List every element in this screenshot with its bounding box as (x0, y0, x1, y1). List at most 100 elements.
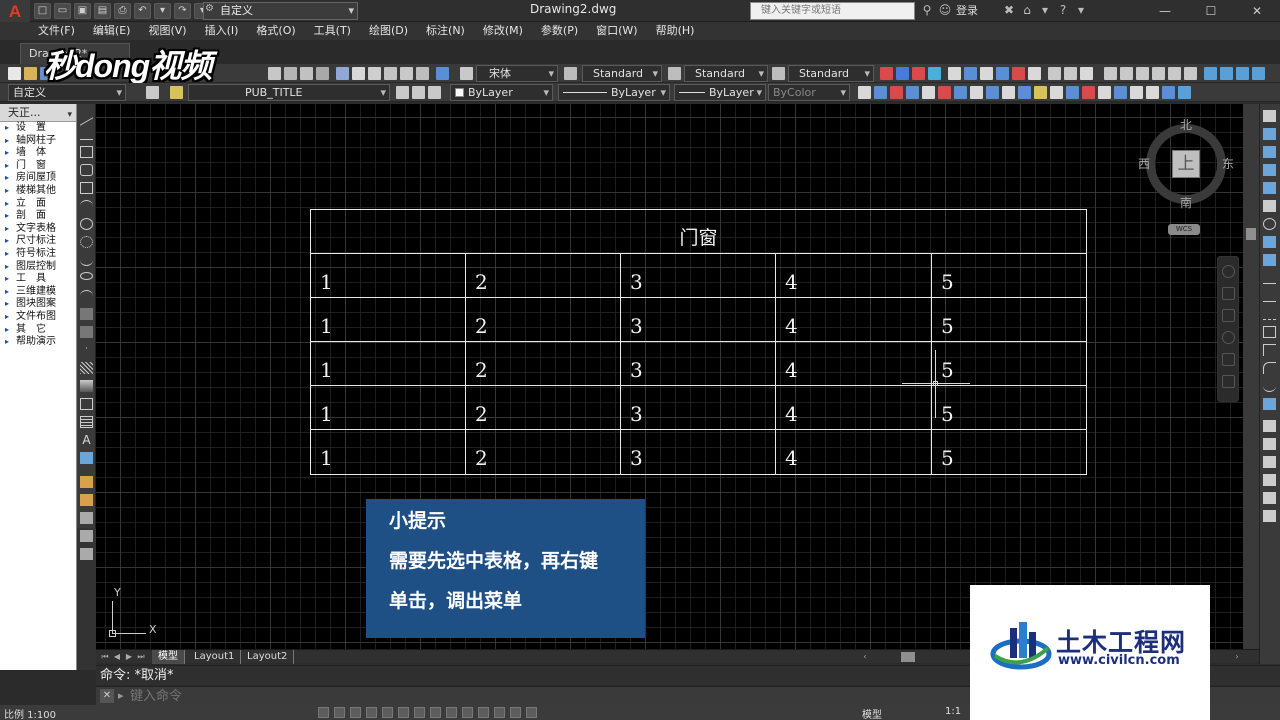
tz-tool-l-icon[interactable] (1034, 86, 1047, 99)
design-center-icon[interactable] (352, 67, 365, 80)
stretch-icon[interactable] (1263, 254, 1276, 266)
lwt-toggle-icon[interactable] (446, 707, 457, 718)
viewcube[interactable]: 上 北 南 西 东 (1138, 116, 1234, 210)
table-cell[interactable]: 1 (311, 254, 466, 298)
move-object-icon[interactable] (1263, 200, 1276, 212)
arc-icon[interactable] (80, 200, 93, 212)
tz-block-icon[interactable] (1064, 67, 1077, 80)
table-cell[interactable]: 5 (932, 254, 1086, 298)
first-layout-icon[interactable]: ⏮ (100, 651, 110, 662)
tz-menu-stairs[interactable]: 楼梯其他 (0, 185, 76, 198)
hatch-icon[interactable] (80, 362, 93, 374)
table-cell[interactable]: 2 (466, 386, 621, 430)
tz-tool-icon[interactable] (1028, 67, 1041, 80)
offset-icon[interactable] (80, 530, 93, 542)
font-select[interactable]: 宋体 (476, 65, 558, 82)
snap-endpoint-icon[interactable] (1104, 67, 1117, 80)
search-input[interactable]: 键入关键字或短语 (750, 2, 915, 20)
table-row[interactable]: 1 2 3 4 5 (311, 342, 1086, 386)
app-menu-button[interactable]: A (0, 0, 30, 24)
hatch-back-icon[interactable] (1263, 510, 1276, 522)
tz-text-icon[interactable] (964, 67, 977, 80)
offset-icon[interactable] (1252, 67, 1265, 80)
table-cell[interactable]: 1 (311, 342, 466, 386)
sel-cycle-icon[interactable] (526, 707, 537, 718)
mirror-icon[interactable] (80, 512, 93, 524)
markup-icon[interactable] (400, 67, 413, 80)
tz-symbol-icon[interactable] (996, 67, 1009, 80)
table-cell[interactable]: 3 (621, 386, 776, 430)
workspace-select-secondary[interactable]: 自定义 (8, 84, 126, 101)
extend-icon[interactable] (1263, 290, 1276, 302)
tz-tool-f-icon[interactable] (938, 86, 951, 99)
qp-toggle-icon[interactable] (478, 707, 489, 718)
tz-menu-3d[interactable]: 三维建模 (0, 286, 76, 299)
menu-file[interactable]: 文件(F) (38, 22, 75, 40)
open-icon[interactable]: ▭ (54, 3, 71, 19)
ellipse-arc-icon[interactable] (80, 290, 93, 302)
table-cell[interactable]: 4 (776, 342, 932, 386)
table-cell[interactable]: 1 (311, 298, 466, 342)
move-icon[interactable] (80, 476, 93, 488)
table-cell[interactable]: 1 (311, 386, 466, 430)
layer-manager-icon[interactable] (170, 86, 183, 99)
menu-view[interactable]: 视图(V) (148, 22, 186, 40)
menu-parametric[interactable]: 参数(P) (541, 22, 578, 40)
dim-style-select[interactable]: Standard (684, 65, 768, 82)
zoom-icon[interactable] (1222, 309, 1235, 322)
tz-tool-r-icon[interactable] (1130, 86, 1143, 99)
tz-tool-p-icon[interactable] (1098, 86, 1111, 99)
tz-tool-k-icon[interactable] (1018, 86, 1031, 99)
tab-model[interactable]: 模型 (152, 650, 185, 664)
menu-dimension[interactable]: 标注(N) (426, 22, 465, 40)
move-icon[interactable] (1204, 67, 1217, 80)
login-link[interactable]: 登录 (956, 2, 978, 18)
next-layout-icon[interactable]: ▶ (124, 651, 134, 662)
point-icon[interactable]: · (80, 344, 93, 356)
menu-draw[interactable]: 绘图(D) (369, 22, 408, 40)
menu-insert[interactable]: 插入(I) (205, 22, 239, 40)
door-window-table[interactable]: 门窗 1 2 3 4 5 1 2 3 4 5 1 2 3 4 5 1 2 3 4… (310, 209, 1087, 475)
compass-south[interactable]: 南 (1180, 194, 1192, 211)
tz-menu-other[interactable]: 其 它 (0, 324, 76, 337)
text-style-manager-icon[interactable] (564, 67, 577, 80)
save-icon[interactable]: ▣ (74, 3, 91, 19)
mtext-icon[interactable]: A (80, 434, 93, 446)
menu-window[interactable]: 窗口(W) (596, 22, 637, 40)
circle-icon[interactable] (80, 218, 93, 230)
steering-wheel-icon[interactable] (1222, 265, 1235, 278)
join-icon[interactable] (1263, 326, 1276, 338)
minimize-icon[interactable]: — (1142, 0, 1188, 22)
make-current-icon[interactable] (428, 86, 441, 99)
table-row[interactable]: 1 2 3 4 5 (311, 298, 1086, 342)
layer-state-icon[interactable] (396, 86, 409, 99)
pan-icon[interactable] (1222, 287, 1235, 300)
draworder-back-icon[interactable] (1263, 438, 1276, 450)
hscroll-right-icon[interactable]: › (1232, 651, 1242, 662)
tz-menu-doorwindow[interactable]: 门 窗 (0, 160, 76, 173)
tz-menu-layer[interactable]: 图层控制 (0, 261, 76, 274)
dim-style-icon[interactable] (668, 67, 681, 80)
tz-tool-h-icon[interactable] (970, 86, 983, 99)
table-cell[interactable]: 5 (932, 430, 1086, 474)
table-cell[interactable]: 4 (776, 386, 932, 430)
navbar-settings-icon[interactable] (1222, 375, 1235, 388)
tz-tool-d-icon[interactable] (906, 86, 919, 99)
sc-toggle-icon[interactable] (494, 707, 505, 718)
table-cell[interactable]: 3 (621, 298, 776, 342)
compass-east[interactable]: 东 (1222, 155, 1234, 172)
add-selected-icon[interactable] (80, 452, 93, 464)
table-cell[interactable]: 2 (466, 430, 621, 474)
tz-tool-o-icon[interactable] (1082, 86, 1095, 99)
tz-menu-help[interactable]: 帮助演示 (0, 336, 76, 349)
tz-tool-e-icon[interactable] (922, 86, 935, 99)
tz-tool-u-icon[interactable] (1178, 86, 1191, 99)
table-cell[interactable]: 3 (621, 342, 776, 386)
horizontal-scroll-thumb[interactable] (901, 652, 915, 662)
polyline-icon[interactable] (80, 146, 93, 158)
zoom-window-icon[interactable] (300, 67, 313, 80)
blend-icon[interactable] (1263, 380, 1276, 392)
snap-toggle-icon[interactable] (318, 707, 329, 718)
tz-file-icon[interactable] (1080, 67, 1093, 80)
tz-tool-c-icon[interactable] (890, 86, 903, 99)
